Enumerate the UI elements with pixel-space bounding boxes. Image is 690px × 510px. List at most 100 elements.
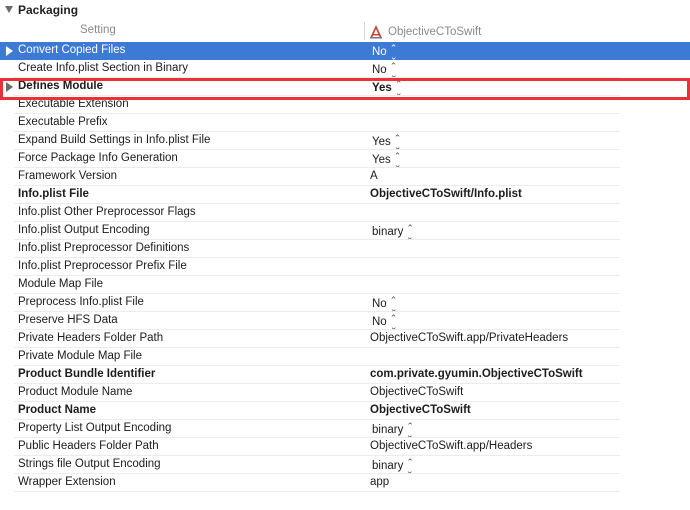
setting-value-popup[interactable]: binary ⌃ ⌃ <box>372 422 414 440</box>
up-down-chevron-icon[interactable]: ⌃ ⌃ <box>395 80 403 98</box>
setting-label: Defines Module <box>18 80 103 92</box>
up-down-chevron-icon[interactable]: ⌃ ⌃ <box>390 296 398 314</box>
setting-value-popup[interactable]: No ⌃ ⌃ <box>372 314 398 332</box>
section-header-packaging[interactable]: Packaging <box>0 0 690 20</box>
setting-value[interactable]: com.private.gyumin.ObjectiveCToSwift <box>370 368 583 380</box>
settings-table: Convert Copied Files No ⌃ ⌃ Create Info.plis… <box>0 42 690 492</box>
setting-label: Property List Output Encoding <box>18 422 172 434</box>
setting-value[interactable]: ObjectiveCToSwift.app/PrivateHeaders <box>370 332 568 344</box>
setting-row[interactable]: Force Package Info Generation Yes ⌃ ⌃ <box>0 150 690 170</box>
setting-label: Product Name <box>18 404 96 416</box>
setting-value[interactable]: A <box>370 170 378 182</box>
setting-value-popup[interactable]: No ⌃ ⌃ <box>372 296 398 314</box>
up-down-chevron-icon[interactable]: ⌃ ⌃ <box>394 152 402 170</box>
setting-row[interactable]: Info.plist Output Encoding binary ⌃ ⌃ <box>0 222 690 242</box>
setting-row[interactable]: Wrapper Extension app <box>0 474 690 492</box>
xcode-target-icon <box>370 25 382 39</box>
setting-row[interactable]: Product Bundle Identifier com.private.gyu… <box>0 366 690 384</box>
section-title: Packaging <box>18 3 79 17</box>
setting-row[interactable]: Module Map File <box>0 276 690 294</box>
setting-value-popup[interactable]: Yes ⌃ ⌃ <box>372 80 403 98</box>
setting-row[interactable]: Private Module Map File <box>0 348 690 366</box>
setting-row[interactable]: Private Headers Folder Path ObjectiveCToS… <box>0 330 690 348</box>
setting-label: Wrapper Extension <box>18 476 116 488</box>
setting-row[interactable]: Info.plist Preprocessor Definitions <box>0 240 690 258</box>
setting-row[interactable]: Strings file Output Encoding binary ⌃ ⌃ <box>0 456 690 476</box>
setting-label: Create Info.plist Section in Binary <box>18 62 189 74</box>
setting-value-popup[interactable]: binary ⌃ ⌃ <box>372 224 414 242</box>
column-divider <box>364 22 365 40</box>
setting-row[interactable]: Convert Copied Files No ⌃ ⌃ <box>0 42 690 62</box>
setting-value[interactable]: app <box>370 476 389 488</box>
setting-value-text: No <box>372 64 387 76</box>
setting-label: Info.plist Other Preprocessor Flags <box>18 206 196 218</box>
setting-value-popup[interactable]: Yes ⌃ ⌃ <box>372 134 402 152</box>
up-down-chevron-icon[interactable]: ⌃ ⌃ <box>406 224 414 242</box>
row-separator <box>14 491 620 492</box>
setting-value-text: ObjectiveCToSwift.app/Headers <box>370 440 533 452</box>
setting-value-text: ObjectiveCToSwift <box>370 386 464 398</box>
setting-value-text: com.private.gyumin.ObjectiveCToSwift <box>370 368 583 380</box>
up-down-chevron-icon[interactable]: ⌃ ⌃ <box>390 44 398 62</box>
setting-row[interactable]: Framework Version A <box>0 168 690 186</box>
setting-label: Module Map File <box>18 278 104 290</box>
setting-value-popup[interactable]: binary ⌃ ⌃ <box>372 458 414 476</box>
setting-value-popup[interactable]: No ⌃ ⌃ <box>372 62 398 80</box>
setting-row[interactable]: Product Name ObjectiveCToSwift <box>0 402 690 420</box>
setting-row[interactable]: Executable Extension <box>0 96 690 114</box>
column-header: Setting ObjectiveCToSwift <box>0 20 690 42</box>
setting-value-popup[interactable]: No ⌃ ⌃ <box>372 44 398 62</box>
setting-label: Expand Build Settings in Info.plist File <box>18 134 211 146</box>
up-down-chevron-icon[interactable]: ⌃ ⌃ <box>390 62 398 80</box>
setting-label: Info.plist Preprocessor Definitions <box>18 242 190 254</box>
setting-row[interactable]: Public Headers Folder Path ObjectiveCToSw… <box>0 438 690 456</box>
up-down-chevron-icon[interactable]: ⌃ ⌃ <box>390 314 398 332</box>
setting-value-popup[interactable]: Yes ⌃ ⌃ <box>372 152 402 170</box>
up-down-chevron-icon[interactable]: ⌃ ⌃ <box>406 422 414 440</box>
setting-value-text: binary <box>372 226 404 238</box>
up-down-chevron-icon[interactable]: ⌃ ⌃ <box>394 134 402 152</box>
setting-row[interactable]: Info.plist Preprocessor Prefix File <box>0 258 690 276</box>
disclosure-triangle-icon[interactable] <box>5 6 13 13</box>
setting-row[interactable]: Property List Output Encoding binary ⌃ ⌃ <box>0 420 690 440</box>
setting-value-text: No <box>372 316 387 328</box>
setting-value-text: binary <box>372 424 404 436</box>
setting-label: Product Module Name <box>18 386 133 398</box>
setting-label: Private Module Map File <box>18 350 142 362</box>
setting-label: Executable Extension <box>18 98 129 110</box>
setting-row[interactable]: Defines Module Yes ⌃ ⌃ <box>0 78 690 98</box>
setting-label: Convert Copied Files <box>18 44 126 56</box>
setting-label: Product Bundle Identifier <box>18 368 156 380</box>
setting-row[interactable]: Info.plist Other Preprocessor Flags <box>0 204 690 222</box>
setting-row[interactable]: Preserve HFS Data No ⌃ ⌃ <box>0 312 690 332</box>
setting-column-header: Setting <box>80 24 116 36</box>
disclosure-triangle-icon[interactable] <box>6 46 13 56</box>
setting-value-text: Yes <box>372 82 392 94</box>
setting-value[interactable]: ObjectiveCToSwift <box>370 404 471 416</box>
setting-label: Preserve HFS Data <box>18 314 118 326</box>
setting-value-text: binary <box>372 460 404 472</box>
setting-label: Framework Version <box>18 170 118 182</box>
setting-label: Info.plist File <box>18 188 89 200</box>
setting-row[interactable]: Expand Build Settings in Info.plist File… <box>0 132 690 152</box>
setting-value-text: No <box>372 46 387 58</box>
setting-value[interactable]: ObjectiveCToSwift <box>370 386 463 398</box>
setting-value[interactable]: ObjectiveCToSwift/Info.plist <box>370 188 522 200</box>
setting-label: Private Headers Folder Path <box>18 332 164 344</box>
setting-label: Info.plist Preprocessor Prefix File <box>18 260 187 272</box>
setting-label: Public Headers Folder Path <box>18 440 159 452</box>
setting-row[interactable]: Create Info.plist Section in Binary No ⌃ ⌃ <box>0 60 690 80</box>
setting-value-text: Yes <box>372 136 391 148</box>
setting-value-text: ObjectiveCToSwift/Info.plist <box>370 188 522 200</box>
setting-value[interactable]: ObjectiveCToSwift.app/Headers <box>370 440 532 452</box>
setting-row[interactable]: Preprocess Info.plist File No ⌃ ⌃ <box>0 294 690 314</box>
disclosure-triangle-icon[interactable] <box>6 82 13 92</box>
setting-row[interactable]: Product Module Name ObjectiveCToSwift <box>0 384 690 402</box>
setting-row[interactable]: Executable Prefix <box>0 114 690 132</box>
setting-row[interactable]: Info.plist File ObjectiveCToSwift/Info.pl… <box>0 186 690 204</box>
target-name: ObjectiveCToSwift <box>388 26 482 38</box>
setting-label: Info.plist Output Encoding <box>18 224 150 236</box>
up-down-chevron-icon[interactable]: ⌃ ⌃ <box>406 458 414 476</box>
setting-value-text: ObjectiveCToSwift.app/PrivateHeaders <box>370 332 569 344</box>
setting-value-text: A <box>370 170 378 182</box>
